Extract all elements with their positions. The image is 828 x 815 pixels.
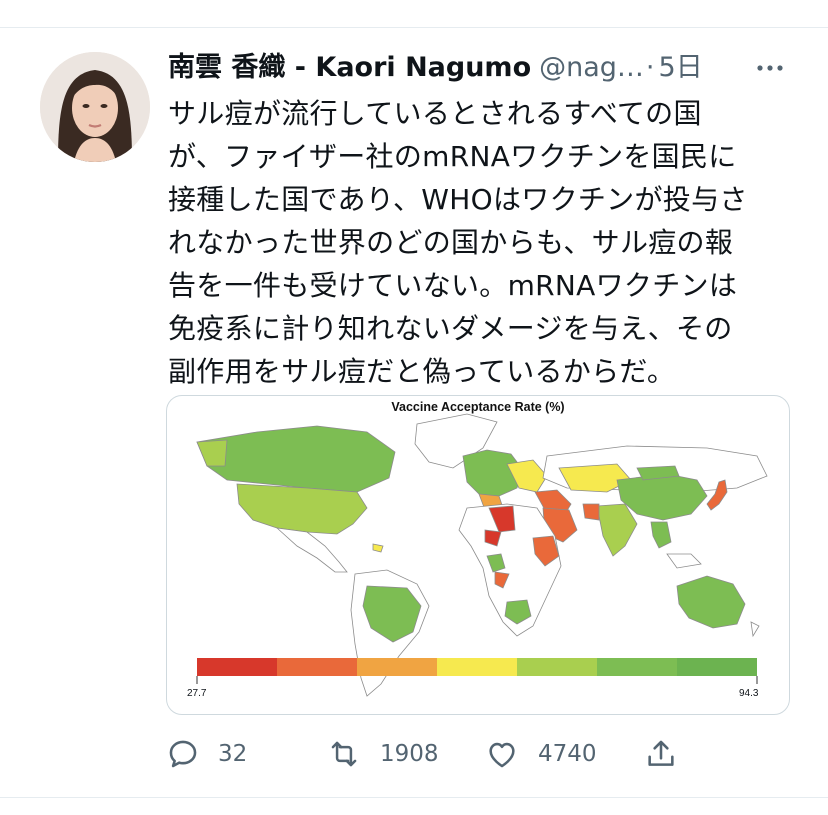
avatar[interactable]	[40, 52, 150, 162]
heart-icon	[489, 742, 515, 768]
share-upload-icon	[648, 740, 674, 766]
author-handle[interactable]: @nag…	[539, 52, 644, 83]
retweet-count: 1908	[380, 741, 439, 767]
tweet-media-image[interactable]: Vaccine Acceptance Rate (%) 27.7 94.3	[166, 395, 790, 715]
like-button[interactable]: 4740	[484, 734, 597, 774]
reply-bubble-icon	[169, 740, 197, 768]
legend-min-label: 27.7	[187, 688, 207, 699]
retweet-button[interactable]: 1908	[326, 734, 439, 774]
reply-count: 32	[218, 741, 248, 767]
bottom-divider	[0, 797, 828, 798]
share-button[interactable]	[644, 734, 678, 774]
timestamp[interactable]: 5日	[659, 52, 703, 83]
tweet-actions: 32 1908 4740	[166, 734, 726, 774]
legend-bar	[196, 658, 758, 684]
reply-button[interactable]: 32	[166, 734, 247, 774]
tweet-text: サル痘が流行しているとされるすべての国 が、ファイザー社のmRNAワクチンを国民…	[168, 97, 748, 388]
tweet-header: 南雲 香織 - Kaori Nagumo @nag…· 5日	[168, 50, 788, 86]
separator-dot: ·	[645, 52, 655, 83]
author-name[interactable]: 南雲 香織 - Kaori Nagumo	[168, 52, 531, 83]
like-count: 4740	[538, 741, 597, 767]
world-map-graphic	[196, 413, 768, 697]
top-divider	[0, 27, 828, 28]
legend-max-label: 94.3	[739, 688, 759, 699]
avatar-portrait-icon	[40, 52, 150, 162]
retweet-arrows-icon	[331, 741, 357, 767]
more-dots-icon	[757, 65, 783, 71]
more-button[interactable]	[752, 58, 788, 78]
